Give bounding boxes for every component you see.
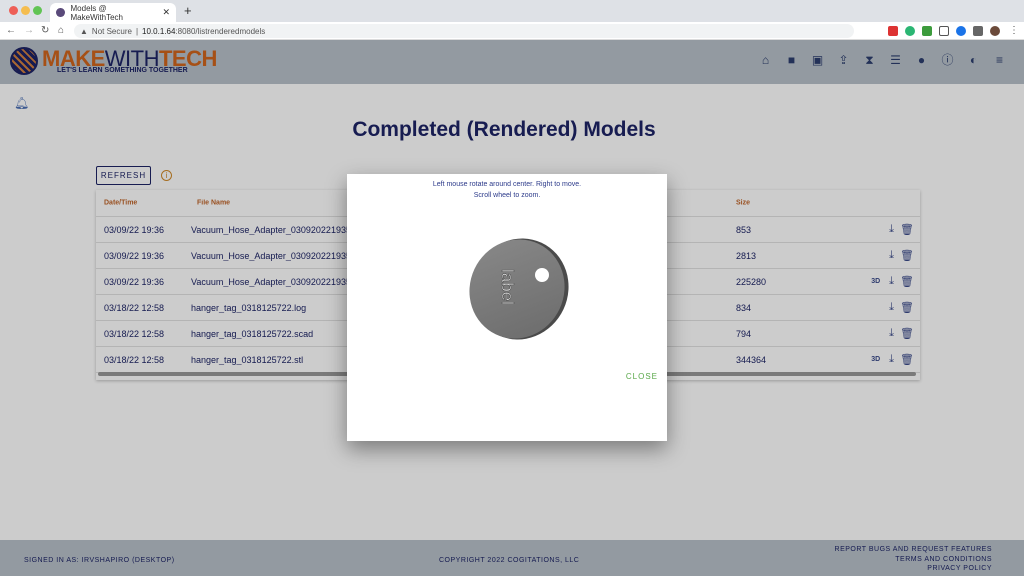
url-host: 10.0.1.64	[142, 26, 176, 36]
forward-icon[interactable]: →	[24, 25, 34, 36]
close-tab-icon[interactable]: ✕	[162, 7, 170, 18]
url-input[interactable]: ▲ Not Secure | 10.0.1.64:8080/listrenderedm…	[74, 24, 854, 38]
security-label: Not Secure	[91, 26, 132, 36]
profile-avatar[interactable]	[990, 26, 1000, 36]
reload-icon[interactable]: ↻	[41, 25, 49, 36]
grammarly-icon[interactable]	[905, 26, 915, 36]
browser-tab[interactable]: Models @ MakeWithTech ✕	[50, 3, 176, 22]
viewer-hint: Scroll wheel to zoom.	[473, 192, 541, 199]
close-button[interactable]: CLOSE	[626, 372, 658, 381]
new-tab-button[interactable]: +	[184, 3, 192, 18]
extension-icon[interactable]	[956, 26, 966, 36]
back-icon[interactable]: ←	[6, 25, 16, 36]
extension-icon[interactable]	[888, 26, 898, 36]
browser-tab-bar: Models @ MakeWithTech ✕ +	[0, 0, 1024, 22]
evernote-icon[interactable]	[922, 26, 932, 36]
viewer-hint: Left mouse rotate around center. Right t…	[432, 181, 582, 188]
tab-title: Models @ MakeWithTech	[70, 3, 123, 22]
warning-icon: ▲	[80, 26, 88, 36]
model-viewer-dialog: Left mouse rotate around center. Right t…	[347, 174, 667, 441]
screenshot-icon[interactable]	[939, 26, 949, 36]
model-engraving: label	[498, 269, 517, 305]
address-bar-row: ← → ↻ ⌂ ▲ Not Secure | 10.0.1.64:8080/listr…	[0, 22, 1024, 40]
favicon-icon	[56, 8, 65, 17]
url-path: :8080/listrenderedmodels	[175, 26, 266, 36]
3d-model-canvas[interactable]: label	[462, 234, 572, 344]
puzzle-icon[interactable]	[973, 26, 983, 36]
menu-dots-icon[interactable]: ⋮	[1009, 25, 1019, 36]
home-icon[interactable]: ⌂	[58, 25, 64, 36]
